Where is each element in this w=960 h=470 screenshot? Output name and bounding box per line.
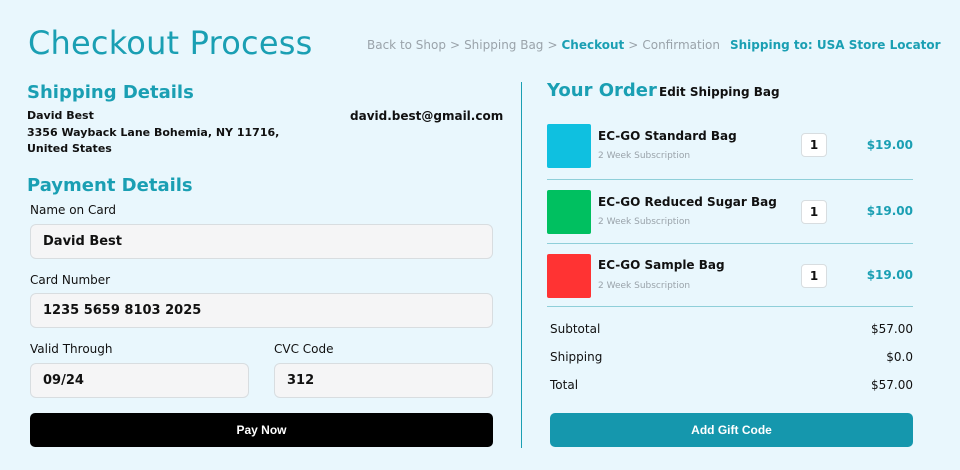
product-thumbnail-reduced-sugar <box>547 190 591 234</box>
breadcrumb-back-to-shop[interactable]: Back to Shop <box>367 38 446 52</box>
name-on-card-label: Name on Card <box>30 203 117 217</box>
total-value: $57.00 <box>871 378 913 392</box>
card-number-input[interactable]: 1235 5659 8103 2025 <box>30 293 493 328</box>
payment-details-heading: Payment Details <box>27 175 193 196</box>
name-on-card-input[interactable]: David Best <box>30 224 493 259</box>
column-divider <box>521 82 522 448</box>
item-subscription: 2 Week Subscription <box>598 217 691 227</box>
card-number-label: Card Number <box>30 273 111 287</box>
item-price: $19.00 <box>866 138 913 152</box>
item-subscription: 2 Week Subscription <box>598 281 691 291</box>
item-price: $19.00 <box>866 204 913 218</box>
your-order-heading: Your Order <box>547 80 657 101</box>
breadcrumb-separator: > <box>450 38 461 52</box>
subtotal-value: $57.00 <box>871 322 913 336</box>
item-divider <box>547 243 913 244</box>
valid-through-label: Valid Through <box>30 342 113 356</box>
shipping-details-heading: Shipping Details <box>27 82 194 103</box>
edit-shipping-bag-link[interactable]: Edit Shipping Bag <box>659 85 780 99</box>
quantity-input[interactable]: 1 <box>801 264 827 288</box>
breadcrumb-checkout[interactable]: Checkout <box>562 38 625 52</box>
shipping-name: David Best <box>27 109 94 122</box>
add-gift-code-button[interactable]: Add Gift Code <box>550 413 913 447</box>
item-name: EC-GO Sample Bag <box>598 258 725 272</box>
cvc-code-input[interactable]: 312 <box>274 363 493 398</box>
quantity-input[interactable]: 1 <box>801 133 827 157</box>
shipping-cost-label: Shipping <box>550 350 603 364</box>
subtotal-label: Subtotal <box>550 322 601 336</box>
item-name: EC-GO Standard Bag <box>598 129 737 143</box>
shipping-address: 3356 Wayback Lane Bohemia, NY 11716, Uni… <box>27 126 280 155</box>
shipping-location-link[interactable]: Shipping to: USA Store Locator <box>730 38 941 52</box>
product-thumbnail-sample <box>547 254 591 298</box>
total-label: Total <box>550 378 579 392</box>
breadcrumb: Back to Shop > Shipping Bag > Checkout > Confi… <box>367 38 720 52</box>
pay-now-button[interactable]: Pay Now <box>30 413 493 447</box>
breadcrumb-separator: > <box>547 38 558 52</box>
quantity-input[interactable]: 1 <box>801 200 827 224</box>
cvc-code-label: CVC Code <box>274 342 334 356</box>
item-divider <box>547 306 913 307</box>
shipping-cost-value: $0.0 <box>886 350 913 364</box>
item-price: $19.00 <box>866 268 913 282</box>
breadcrumb-separator: > <box>628 38 639 52</box>
valid-through-input[interactable]: 09/24 <box>30 363 249 398</box>
item-subscription: 2 Week Subscription <box>598 151 691 161</box>
shipping-email: david.best@gmail.com <box>350 109 504 123</box>
item-divider <box>547 179 913 180</box>
breadcrumb-confirmation[interactable]: Confirmation <box>642 38 720 52</box>
page-title: Checkout Process <box>28 24 313 62</box>
item-name: EC-GO Reduced Sugar Bag <box>598 195 777 209</box>
product-thumbnail-standard <box>547 124 591 168</box>
breadcrumb-shipping-bag[interactable]: Shipping Bag <box>464 38 543 52</box>
